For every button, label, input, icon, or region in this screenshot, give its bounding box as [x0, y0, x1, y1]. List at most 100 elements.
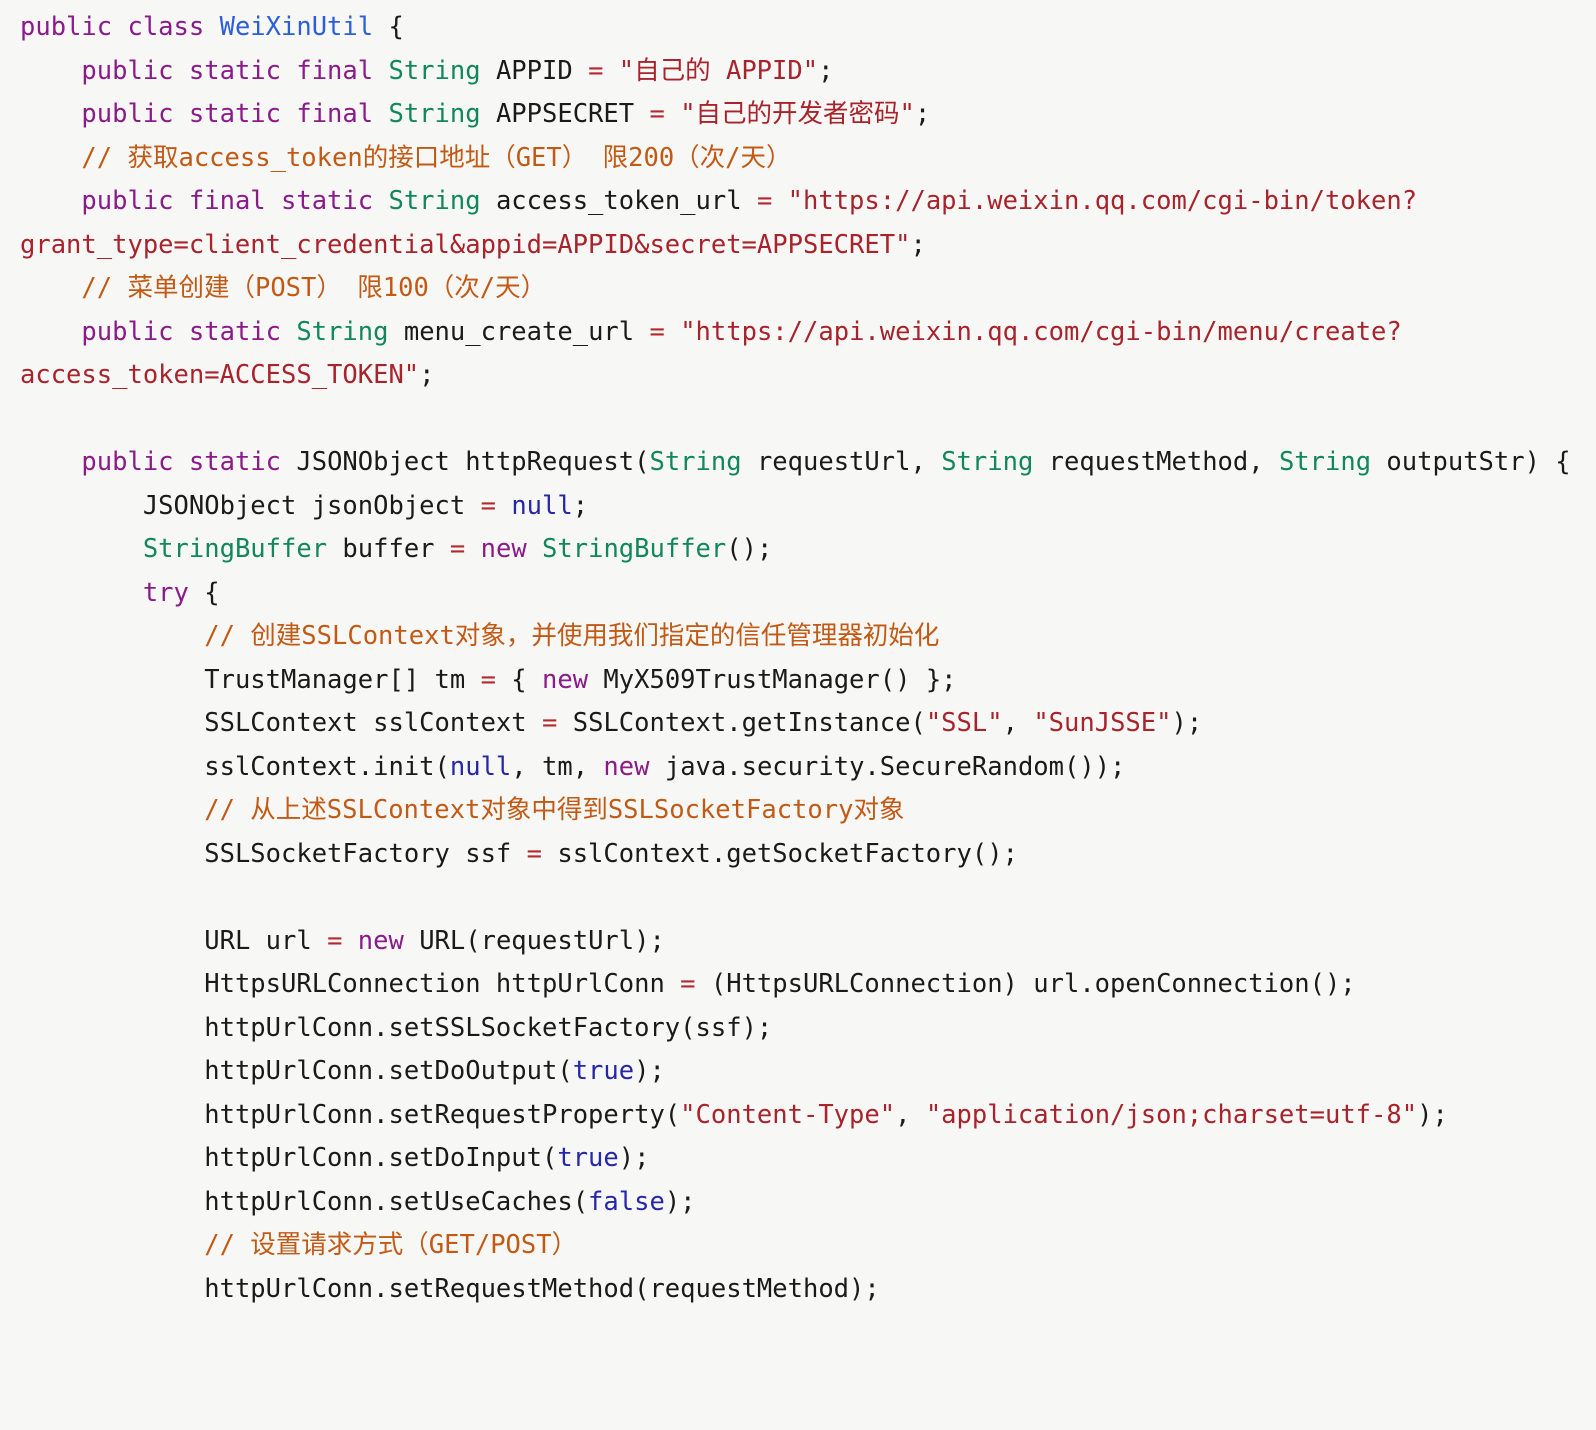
code-token-operator: = — [327, 925, 343, 956]
code-token-keyword: public class — [20, 12, 220, 42]
code-token-plain: JSONObject httpRequest( — [296, 447, 650, 477]
code-line: SSLContext sslContext = SSLContext.getIn… — [20, 702, 1576, 746]
code-token-plain: ); — [664, 1186, 696, 1217]
code-token-type: String — [296, 316, 389, 347]
code-token-operator: = — [588, 55, 604, 86]
code-token-plain: ); — [1171, 708, 1203, 738]
code-token-plain: httpUrlConn.setRequestProperty( — [204, 1099, 681, 1130]
code-token-plain: sslContext.getSocketFactory(); — [542, 838, 1018, 869]
code-line: public class WeiXinUtil { — [20, 6, 1576, 50]
code-token-operator: = — [649, 316, 665, 347]
code-line: try { — [20, 572, 1576, 616]
code-token-plain: ; — [419, 360, 435, 390]
code-line: JSONObject jsonObject = null; — [20, 485, 1576, 529]
code-token-plain: requestMethod, — [1033, 447, 1279, 477]
code-token-plain: URL(requestUrl); — [403, 925, 665, 956]
code-token-keyword: public static final — [81, 99, 389, 129]
code-token-type: String — [388, 55, 481, 86]
code-token-plain: { — [373, 12, 404, 42]
code-token-keyword: new — [480, 534, 527, 564]
code-token-literal: true — [572, 1056, 635, 1086]
code-token-comment: // 设置请求方式（GET/POST） — [204, 1230, 578, 1260]
code-line: sslContext.init(null, tm, new java.secur… — [20, 746, 1576, 790]
code-token-string: "SunJSSE" — [1033, 708, 1172, 738]
code-token-keyword: public static — [81, 316, 297, 347]
code-token-plain: access_token_url — [480, 186, 757, 216]
code-token-literal: null — [511, 490, 573, 521]
code-line: public static final String APPID = "自己的 … — [20, 50, 1576, 94]
code-token-plain: { — [495, 664, 542, 695]
code-line: public static String menu_create_url = "… — [20, 311, 1576, 398]
code-line: // 菜单创建（POST） 限100（次/天） — [20, 267, 1576, 311]
code-line: HttpsURLConnection httpUrlConn = (HttpsU… — [20, 963, 1576, 1007]
code-token-plain: menu_create_url — [388, 316, 650, 347]
code-token-plain: sslContext.init( — [204, 751, 450, 782]
code-token-plain: JSONObject jsonObject — [142, 490, 481, 521]
code-token-operator: = — [542, 708, 558, 738]
code-token-keyword: public static final — [81, 55, 389, 86]
code-token-operator: = — [756, 186, 773, 216]
code-line: URL url = new URL(requestUrl); — [20, 920, 1576, 964]
code-token-operator: = — [680, 969, 696, 999]
code-token-plain: MyX509TrustManager() }; — [588, 664, 957, 695]
code-line: TrustManager[] tm = { new MyX509TrustMan… — [20, 659, 1576, 703]
code-token-operator: = — [526, 838, 542, 869]
code-token-plain: httpUrlConn.setDoInput( — [204, 1143, 558, 1173]
code-token-plain: SSLContext.getInstance( — [557, 708, 926, 738]
code-token-plain: ; — [910, 229, 926, 260]
code-line: StringBuffer buffer = new StringBuffer()… — [20, 528, 1576, 572]
code-token-plain: httpUrlConn.setSSLSocketFactory(ssf); — [204, 1012, 773, 1043]
code-token-comment: // 获取access_token的接口地址（GET） 限200（次/天） — [81, 142, 792, 173]
code-token-plain: requestUrl, — [741, 447, 942, 477]
java-source-code[interactable]: public class WeiXinUtil { public static … — [20, 6, 1576, 1311]
code-token-string: "自己的 APPID" — [603, 55, 819, 86]
code-token-keyword: new — [603, 751, 650, 782]
code-token-plain: , — [895, 1099, 926, 1130]
code-token-comment: // 菜单创建（POST） 限100（次/天） — [81, 273, 547, 303]
code-token-plain: APPID — [480, 55, 589, 86]
code-token-plain: { — [188, 577, 220, 608]
code-token-comment: // 创建SSLContext对象，并使用我们指定的信任管理器初始化 — [204, 621, 940, 651]
code-token-keyword: try — [142, 577, 189, 608]
code-token-plain: ); — [634, 1056, 665, 1086]
code-line: httpUrlConn.setDoInput(true); — [20, 1137, 1576, 1181]
code-token-plain: TrustManager[] tm — [204, 664, 481, 695]
code-line: SSLSocketFactory ssf = sslContext.getSoc… — [20, 833, 1576, 877]
code-token-plain: SSLSocketFactory ssf — [204, 838, 527, 869]
code-token-plain: SSLContext sslContext — [204, 708, 542, 738]
code-token-type: String — [1278, 447, 1372, 477]
code-line: httpUrlConn.setDoOutput(true); — [20, 1050, 1576, 1094]
code-token-operator: = — [480, 664, 496, 695]
code-line: httpUrlConn.setRequestProperty("Content-… — [20, 1094, 1576, 1138]
code-line: httpUrlConn.setRequestMethod(requestMeth… — [20, 1268, 1576, 1312]
code-token-literal: false — [588, 1186, 665, 1217]
code-token-plain: outputStr) { — [1371, 447, 1571, 477]
code-token-plain: APPSECRET — [480, 99, 650, 129]
code-token-string: "自己的开发者密码" — [664, 99, 915, 129]
code-line: // 从上述SSLContext对象中得到SSLSocketFactory对象 — [20, 789, 1576, 833]
code-token-plain: (HttpsURLConnection) url.openConnection(… — [695, 969, 1356, 999]
code-token-operator: = — [480, 490, 496, 521]
